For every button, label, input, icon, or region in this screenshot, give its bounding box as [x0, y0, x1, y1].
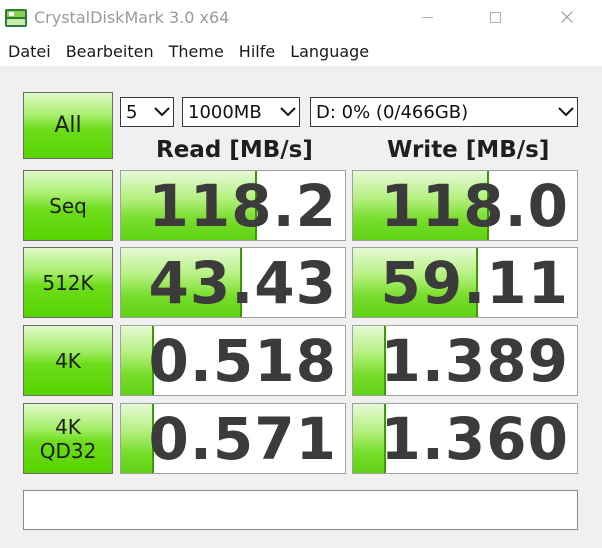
- menu-language[interactable]: Language: [282, 42, 376, 61]
- read-header: Read [MB/s]: [156, 137, 313, 163]
- 4k-qd32-write-result: 1.360: [352, 403, 578, 474]
- test-size-select[interactable]: 1000MB: [182, 97, 300, 127]
- seq-read-result: 118.2: [120, 170, 346, 241]
- 512k-write-value: 59.11: [380, 249, 569, 317]
- minimize-icon: [421, 16, 433, 18]
- 4k-test-label: 4K: [55, 348, 81, 373]
- all-button[interactable]: All: [23, 92, 113, 159]
- 4k-write-result: 1.389: [352, 325, 578, 396]
- 512k-write-result: 59.11: [352, 247, 578, 318]
- menu-bar: Datei Bearbeiten Theme Hilfe Language: [0, 36, 602, 67]
- menu-hilfe[interactable]: Hilfe: [231, 42, 282, 61]
- menu-theme[interactable]: Theme: [161, 42, 231, 61]
- main-panel: All 5 1000MB D: 0% (0/466GB) Read [MB/s]…: [0, 67, 602, 548]
- 512k-read-result: 43.43: [120, 247, 346, 318]
- test-count-select[interactable]: 5: [120, 97, 174, 127]
- maximize-button[interactable]: [472, 0, 518, 34]
- 4k-qd32-read-result: 0.571: [120, 403, 346, 474]
- chevron-down-icon: [277, 98, 299, 126]
- 4k-qd32-write-value: 1.360: [380, 405, 569, 473]
- 4k-qd32-test-label: 4K QD32: [39, 414, 97, 463]
- maximize-icon: [489, 11, 501, 23]
- chevron-down-icon: [555, 98, 577, 126]
- drive-select[interactable]: D: 0% (0/466GB): [310, 97, 578, 127]
- minimize-button[interactable]: [404, 0, 450, 34]
- menu-bearbeiten[interactable]: Bearbeiten: [58, 42, 161, 61]
- window-title: CrystalDiskMark 3.0 x64: [34, 8, 230, 27]
- 4k-read-value: 0.518: [148, 327, 337, 395]
- drive-value: D: 0% (0/466GB): [316, 101, 469, 123]
- 512k-test-button[interactable]: 512K: [23, 247, 113, 318]
- 4k-test-button[interactable]: 4K: [23, 325, 113, 396]
- app-window: CrystalDiskMark 3.0 x64 Datei Bearbeiten…: [0, 0, 602, 548]
- seq-test-label: Seq: [49, 193, 87, 218]
- test-size-value: 1000MB: [188, 101, 262, 123]
- 4k-write-value: 1.389: [380, 327, 569, 395]
- crystaldiskmark-icon: [5, 9, 27, 27]
- 4k-qd32-read-value: 0.571: [148, 405, 337, 473]
- seq-test-button[interactable]: Seq: [23, 170, 113, 241]
- close-icon: [561, 11, 573, 23]
- write-header: Write [MB/s]: [387, 137, 550, 163]
- seq-write-result: 118.0: [352, 170, 578, 241]
- 512k-read-value: 43.43: [148, 249, 337, 317]
- test-count-value: 5: [126, 101, 138, 123]
- 512k-test-label: 512K: [42, 270, 94, 295]
- close-button[interactable]: [544, 0, 590, 34]
- all-button-label: All: [54, 112, 82, 138]
- seq-read-value: 118.2: [148, 172, 337, 240]
- chevron-down-icon: [151, 98, 173, 126]
- seq-write-value: 118.0: [380, 172, 569, 240]
- 4k-qd32-test-button[interactable]: 4K QD32: [23, 403, 113, 474]
- comment-field[interactable]: [23, 490, 578, 530]
- title-bar[interactable]: CrystalDiskMark 3.0 x64: [0, 0, 602, 36]
- 4k-read-result: 0.518: [120, 325, 346, 396]
- menu-datei[interactable]: Datei: [0, 42, 58, 61]
